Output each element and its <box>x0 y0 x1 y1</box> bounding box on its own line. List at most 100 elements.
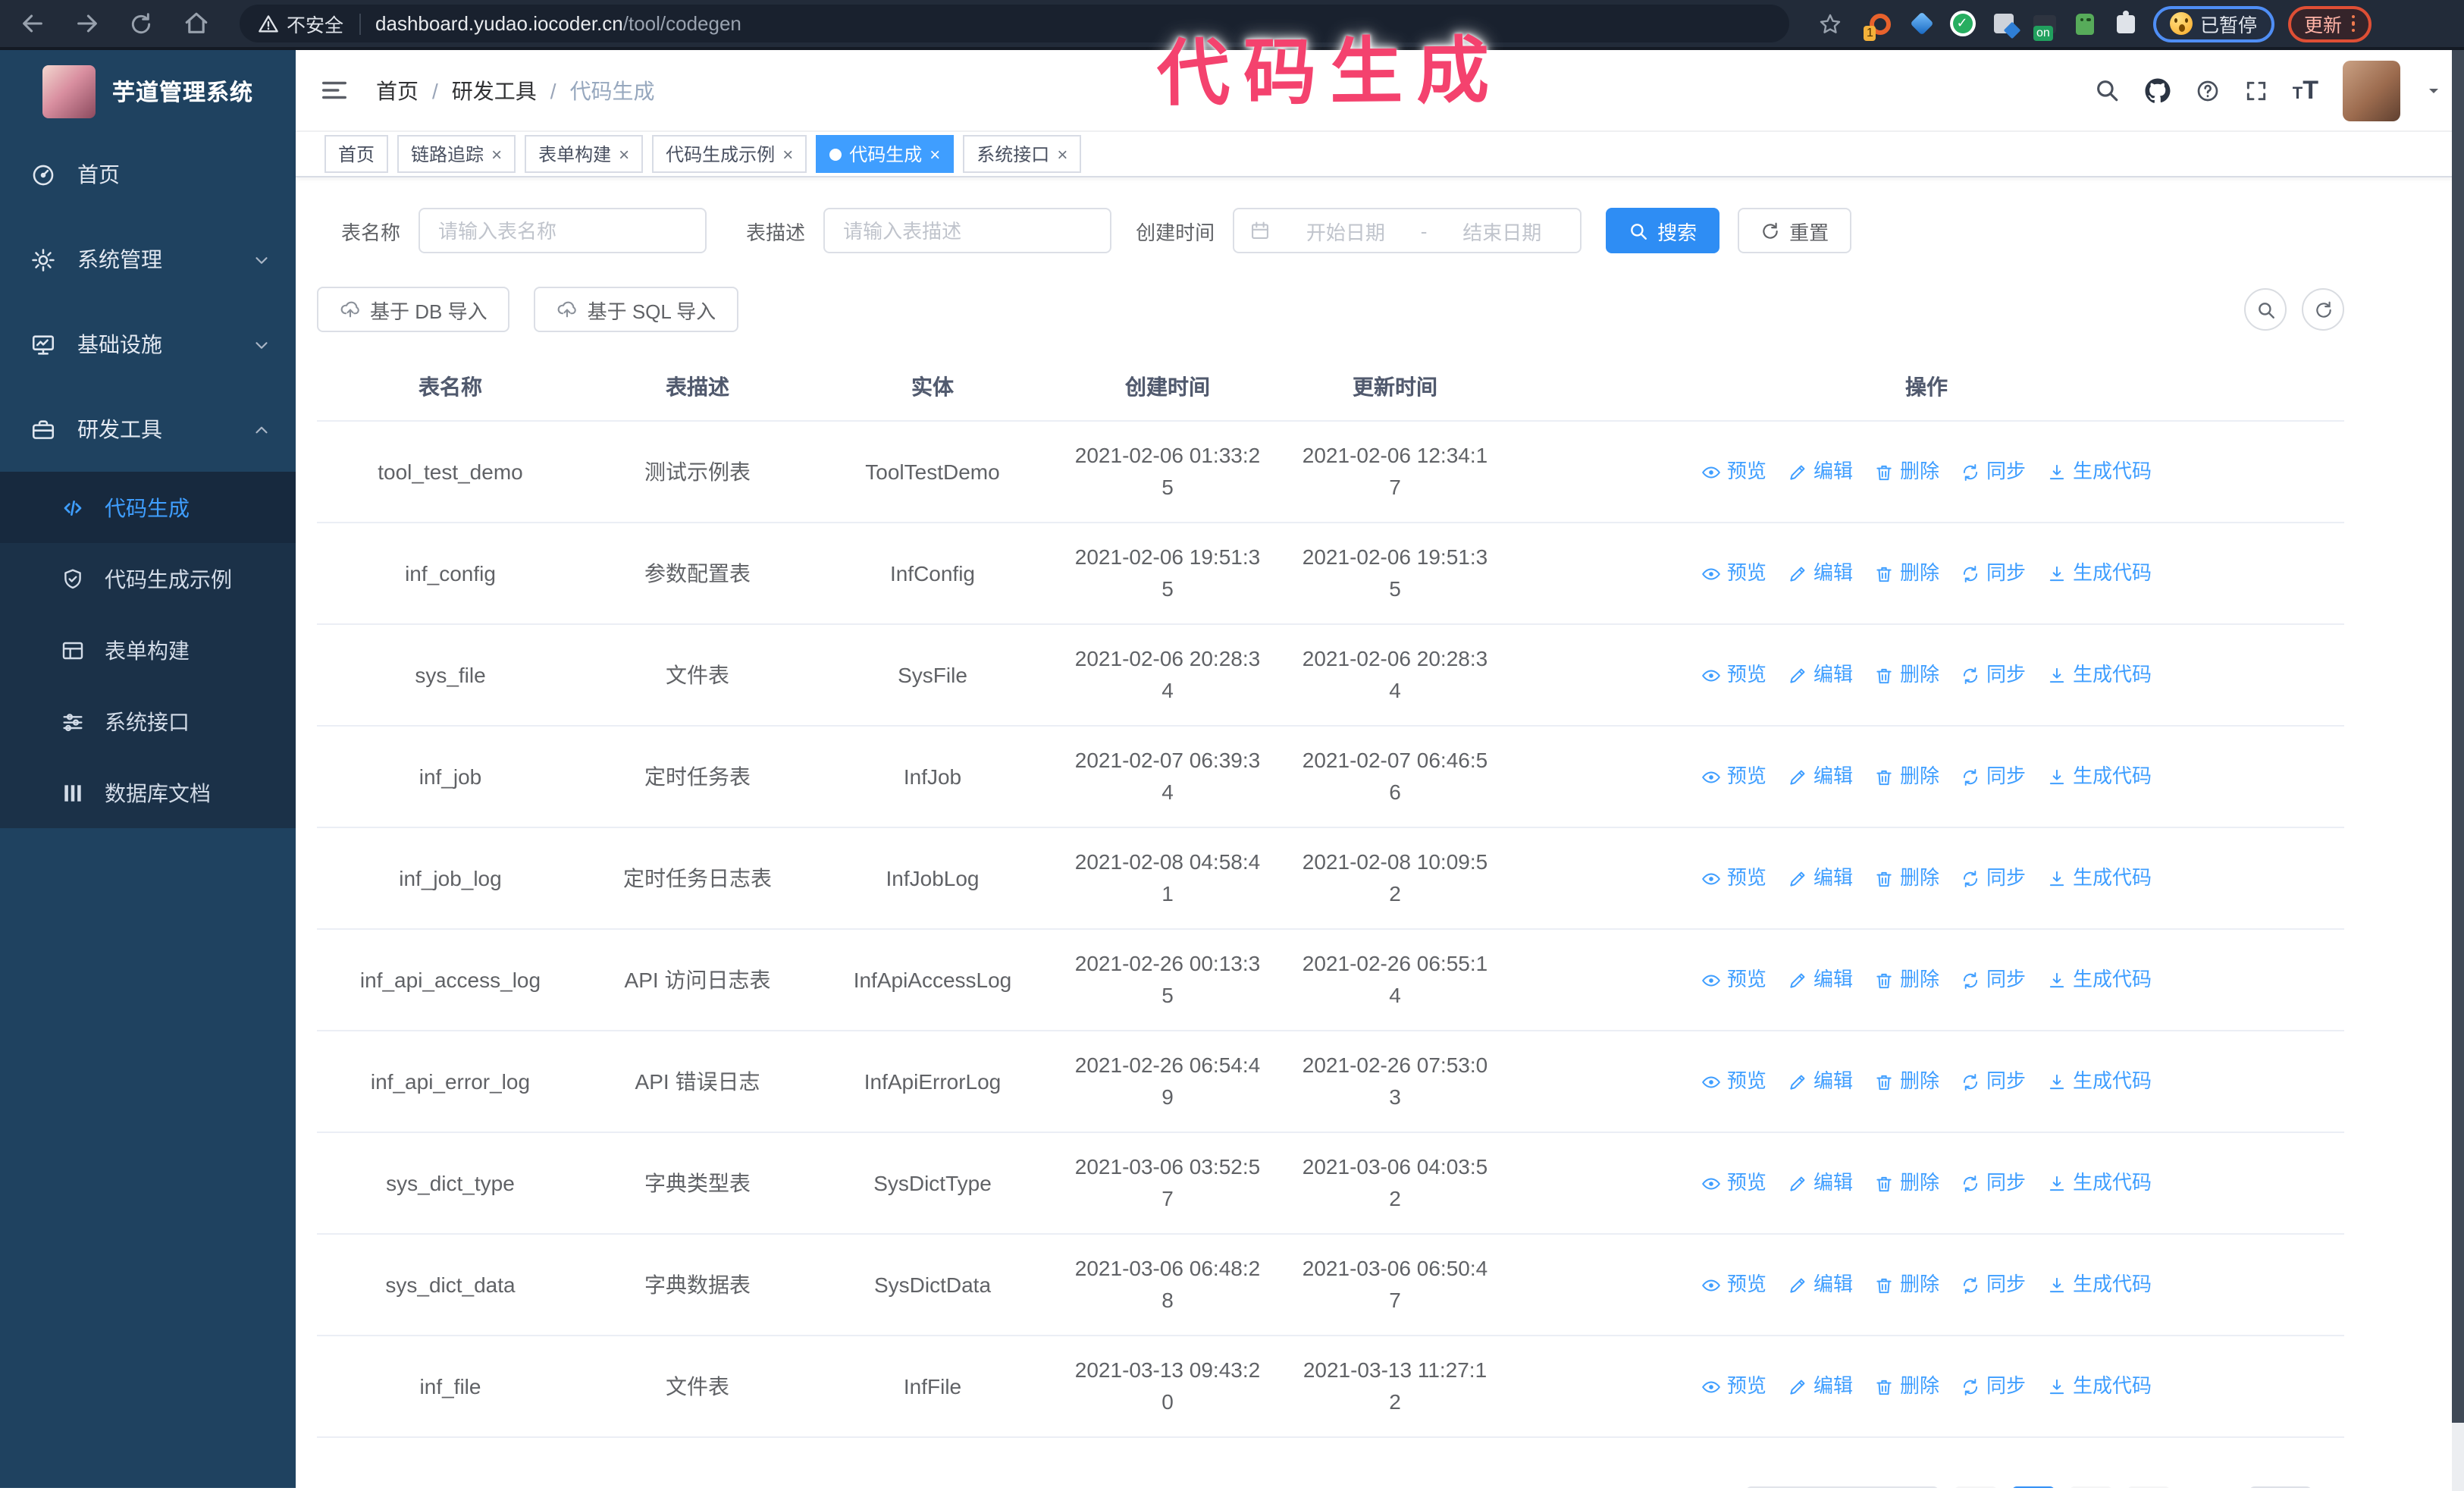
scrollbar-thumb[interactable] <box>2452 50 2464 1423</box>
refresh-table-button[interactable] <box>2302 288 2344 331</box>
row-action-link[interactable]: 预览 <box>1701 965 1766 995</box>
goto-page-input[interactable] <box>2248 1486 2312 1488</box>
font-size-icon[interactable]: TT <box>2293 77 2318 103</box>
caret-down-icon[interactable] <box>2425 81 2443 99</box>
row-action-link[interactable]: 编辑 <box>1788 864 1853 893</box>
row-action-link[interactable]: 预览 <box>1701 1372 1766 1402</box>
search-button[interactable]: 搜索 <box>1606 208 1720 253</box>
row-action-link[interactable]: 删除 <box>1874 762 1939 792</box>
breadcrumb-dev-tools[interactable]: 研发工具 <box>452 75 537 105</box>
browser-update-button[interactable]: 更新 <box>2287 5 2372 42</box>
sidebar-item-code-generation[interactable]: 代码生成 <box>0 472 296 543</box>
search-icon[interactable] <box>2094 77 2120 103</box>
tag-code-generation-active[interactable]: 代码生成 × <box>816 135 955 173</box>
row-action-link[interactable]: 同步 <box>1961 965 2026 995</box>
security-indicator[interactable]: 不安全 <box>258 9 343 38</box>
sidebar-item-database-doc[interactable]: 数据库文档 <box>0 757 296 828</box>
row-action-link[interactable]: 删除 <box>1874 1372 1939 1402</box>
row-action-link[interactable]: 生成代码 <box>2047 1067 2152 1097</box>
close-icon[interactable]: × <box>491 145 502 163</box>
row-action-link[interactable]: 同步 <box>1961 1169 2026 1198</box>
breadcrumb-home[interactable]: 首页 <box>376 75 419 105</box>
row-action-link[interactable]: 预览 <box>1701 864 1766 893</box>
toggle-search-button[interactable] <box>2244 288 2287 331</box>
page-button-2[interactable]: 2 <box>2069 1486 2112 1488</box>
row-action-link[interactable]: 生成代码 <box>2047 1169 2152 1198</box>
sidebar-item-form-builder[interactable]: 表单构建 <box>0 614 296 686</box>
bookmark-star-icon[interactable] <box>1807 4 1853 43</box>
row-action-link[interactable]: 生成代码 <box>2047 762 2152 792</box>
fullscreen-icon[interactable] <box>2244 78 2268 102</box>
row-action-link[interactable]: 删除 <box>1874 559 1939 589</box>
row-action-link[interactable]: 删除 <box>1874 661 1939 690</box>
extension-icon-dark-on[interactable]: on <box>2030 10 2058 40</box>
user-avatar[interactable] <box>2343 60 2400 121</box>
extension-icon-green-check[interactable]: ✓ <box>1948 10 1976 37</box>
close-icon[interactable]: × <box>782 145 793 163</box>
sidebar-toggle-hamburger-icon[interactable] <box>320 76 349 105</box>
github-icon[interactable] <box>2144 77 2171 104</box>
row-action-link[interactable]: 生成代码 <box>2047 965 2152 995</box>
table-desc-input[interactable] <box>823 208 1112 253</box>
window-scrollbar[interactable] <box>2452 50 2464 1491</box>
browser-home-button[interactable] <box>173 4 218 43</box>
row-action-link[interactable]: 删除 <box>1874 864 1939 893</box>
date-range-picker[interactable]: 开始日期 - 结束日期 <box>1233 208 1582 253</box>
close-icon[interactable]: × <box>1057 145 1067 163</box>
app-logo-row[interactable]: 芋道管理系统 <box>0 50 296 132</box>
row-action-link[interactable]: 编辑 <box>1788 661 1853 690</box>
page-button-1[interactable]: 1 <box>2011 1486 2055 1488</box>
row-action-link[interactable]: 删除 <box>1874 1169 1939 1198</box>
row-action-link[interactable]: 同步 <box>1961 1372 2026 1402</box>
row-action-link[interactable]: 删除 <box>1874 965 1939 995</box>
row-action-link[interactable]: 生成代码 <box>2047 1270 2152 1300</box>
sidebar-item-system-management[interactable]: 系统管理 <box>0 217 296 302</box>
help-icon[interactable] <box>2196 78 2220 102</box>
tag-home[interactable]: 首页 <box>324 135 389 173</box>
row-action-link[interactable]: 编辑 <box>1788 1169 1853 1198</box>
row-action-link[interactable]: 同步 <box>1961 762 2026 792</box>
sidebar-item-dev-tools[interactable]: 研发工具 <box>0 387 296 472</box>
address-bar[interactable]: 不安全 dashboard.yudao.iocoder.cn/tool/code… <box>240 5 1789 42</box>
sidebar-item-home[interactable]: 首页 <box>0 132 296 217</box>
prev-page-button[interactable] <box>1954 1486 1997 1488</box>
browser-forward-button[interactable] <box>64 4 109 43</box>
row-action-link[interactable]: 编辑 <box>1788 457 1853 487</box>
extension-icon-green-bot[interactable] <box>2071 10 2099 37</box>
row-action-link[interactable]: 生成代码 <box>2047 1372 2152 1402</box>
import-db-button[interactable]: 基于 DB 导入 <box>317 287 510 332</box>
reset-button[interactable]: 重置 <box>1738 208 1852 253</box>
row-action-link[interactable]: 同步 <box>1961 1270 2026 1300</box>
row-action-link[interactable]: 同步 <box>1961 864 2026 893</box>
row-action-link[interactable]: 删除 <box>1874 1067 1939 1097</box>
row-action-link[interactable]: 预览 <box>1701 1169 1766 1198</box>
row-action-link[interactable]: 编辑 <box>1788 965 1853 995</box>
sidebar-item-codegen-example[interactable]: 代码生成示例 <box>0 543 296 614</box>
row-action-link[interactable]: 预览 <box>1701 762 1766 792</box>
row-action-link[interactable]: 生成代码 <box>2047 457 2152 487</box>
close-icon[interactable]: × <box>619 145 629 163</box>
row-action-link[interactable]: 预览 <box>1701 559 1766 589</box>
tag-trace[interactable]: 链路追踪 × <box>397 135 516 173</box>
browser-reload-button[interactable] <box>118 4 164 43</box>
row-action-link[interactable]: 预览 <box>1701 457 1766 487</box>
next-page-button[interactable] <box>2127 1486 2170 1488</box>
row-action-link[interactable]: 生成代码 <box>2047 864 2152 893</box>
page-size-select[interactable]: 10条/页 <box>1745 1486 1939 1488</box>
table-name-input[interactable] <box>419 208 707 253</box>
row-action-link[interactable]: 编辑 <box>1788 1067 1853 1097</box>
sidebar-item-infrastructure[interactable]: 基础设施 <box>0 302 296 387</box>
paused-extension-pill[interactable]: 已暂停 <box>2153 5 2274 42</box>
row-action-link[interactable]: 预览 <box>1701 1270 1766 1300</box>
extension-icon-blue-gem[interactable] <box>1908 10 1935 37</box>
row-action-link[interactable]: 删除 <box>1874 1270 1939 1300</box>
row-action-link[interactable]: 删除 <box>1874 457 1939 487</box>
row-action-link[interactable]: 同步 <box>1961 559 2026 589</box>
tag-codegen-example[interactable]: 代码生成示例 × <box>652 135 807 173</box>
extension-icon-orange[interactable]: 1 <box>1864 10 1894 40</box>
row-action-link[interactable]: 编辑 <box>1788 762 1853 792</box>
row-action-link[interactable]: 编辑 <box>1788 559 1853 589</box>
tag-system-api[interactable]: 系统接口 × <box>963 135 1082 173</box>
extension-icon-grid[interactable] <box>1989 10 2020 39</box>
row-action-link[interactable]: 预览 <box>1701 661 1766 690</box>
